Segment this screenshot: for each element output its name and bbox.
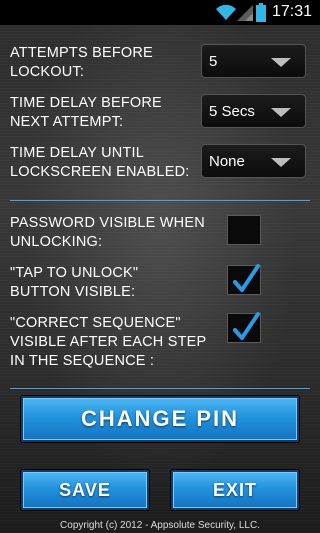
divider-top <box>10 200 310 201</box>
correct-sequence-label: "CORRECT SEQUENCE" VISIBLE AFTER EACH ST… <box>10 315 207 369</box>
attempts-label: ATTEMPTS BEFORE LOCKOUT: <box>10 45 153 80</box>
save-button[interactable]: SAVE <box>21 470 149 510</box>
tap-to-unlock-label: "TAP TO UNLOCK" BUTTON VISIBLE: <box>10 265 139 300</box>
battery-icon <box>256 3 266 22</box>
tap-to-unlock-checkbox[interactable] <box>227 264 261 295</box>
password-visible-checkbox[interactable] <box>227 215 261 245</box>
change-pin-button[interactable]: CHANGE PIN <box>21 396 299 442</box>
delay-lockscreen-label: TIME DELAY UNTIL LOCKSCREEN ENABLED: <box>10 145 190 180</box>
signal-icon <box>237 5 253 21</box>
exit-button[interactable]: EXIT <box>171 470 299 510</box>
delay-next-dropdown[interactable]: 5 Secs <box>201 94 306 128</box>
delay-next-value: 5 Secs <box>209 103 255 120</box>
wifi-icon <box>216 5 236 20</box>
divider-bottom <box>10 388 310 389</box>
checkmark-icon <box>233 312 260 340</box>
chevron-down-icon <box>271 108 291 117</box>
delay-lockscreen-dropdown[interactable]: None <box>201 144 306 178</box>
delay-next-label: TIME DELAY BEFORE NEXT ATTEMPT: <box>10 95 162 130</box>
attempts-value: 5 <box>209 53 218 70</box>
delay-lockscreen-value: None <box>209 153 245 170</box>
copyright-text: Copyright (c) 2012 - Appsolute Security,… <box>60 520 260 531</box>
attempts-dropdown[interactable]: 5 <box>201 44 306 78</box>
clock: 17:31 <box>271 3 312 20</box>
checkmark-icon <box>233 264 260 292</box>
chevron-down-icon <box>271 158 291 167</box>
chevron-down-icon <box>271 58 291 67</box>
status-bar: 17:31 <box>0 0 320 25</box>
password-visible-label: PASSWORD VISIBLE WHEN UNLOCKING: <box>10 215 205 250</box>
correct-sequence-checkbox[interactable] <box>227 312 261 343</box>
